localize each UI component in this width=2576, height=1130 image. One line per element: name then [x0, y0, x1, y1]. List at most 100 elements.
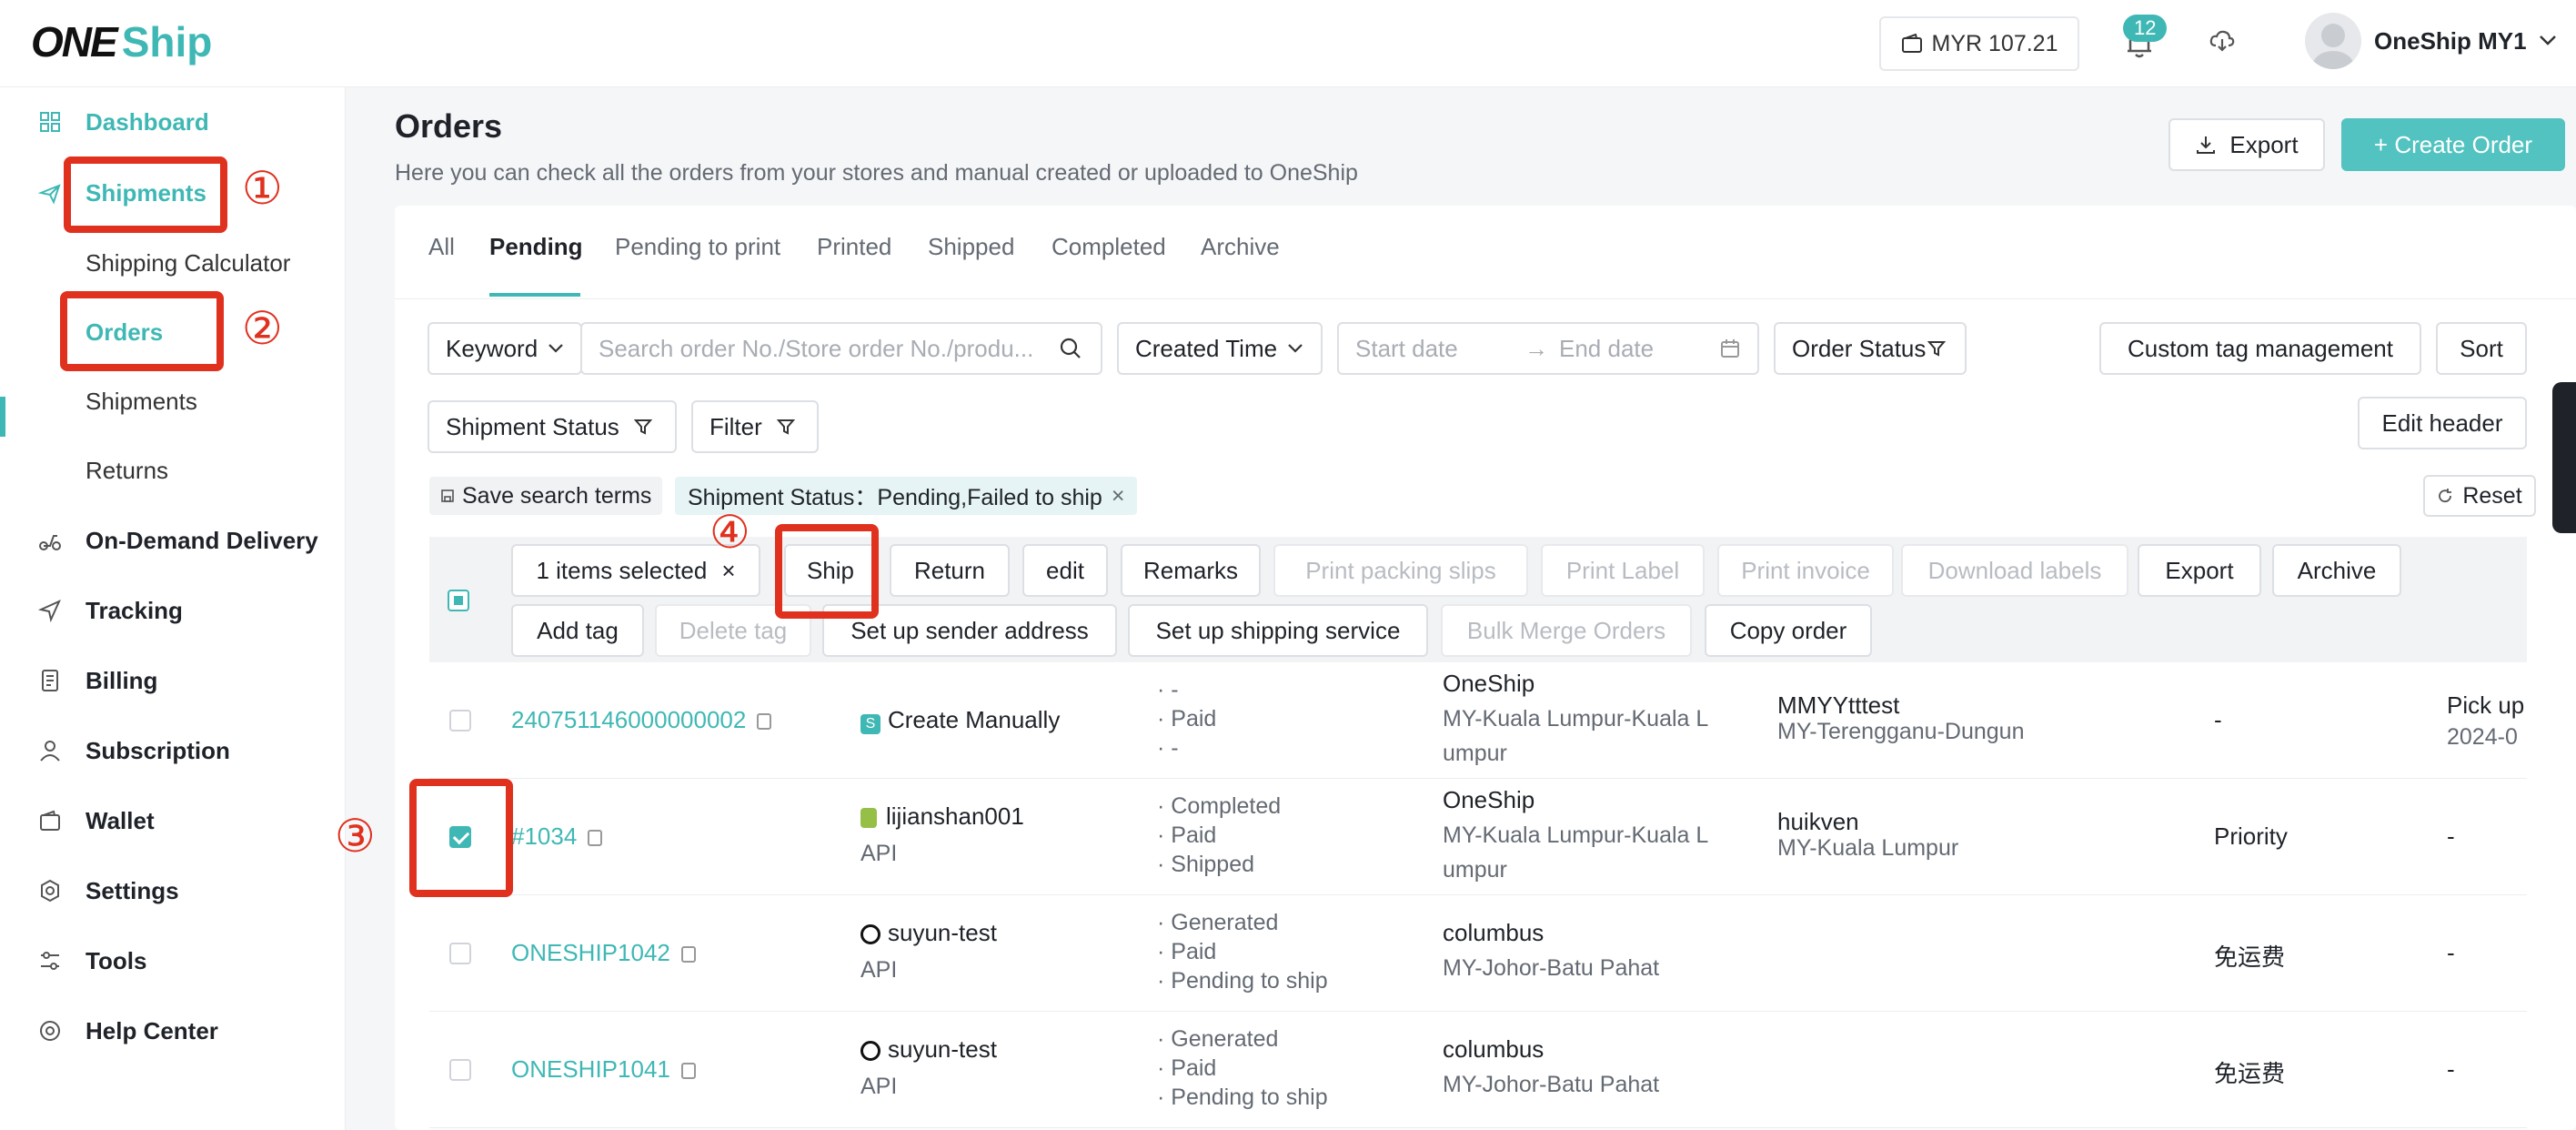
shipping-service: Priority — [2214, 822, 2288, 850]
side-drawer-handle[interactable] — [2552, 382, 2576, 533]
tab-pending[interactable]: Pending — [489, 233, 583, 261]
custom-tag-management-button[interactable]: Custom tag management — [2099, 322, 2421, 375]
calendar-icon — [1721, 339, 1739, 358]
copy-icon[interactable] — [680, 1063, 696, 1080]
edit-header-button[interactable]: Edit header — [2358, 397, 2527, 449]
save-search-terms-button[interactable]: Save search terms — [429, 477, 663, 515]
table-row[interactable]: ONESHIP1042 suyun-test API · Generated · … — [429, 895, 2527, 1012]
help-icon — [40, 1021, 60, 1041]
store-name: suyun-test — [860, 919, 997, 947]
print-label-button[interactable]: Print Label — [1541, 544, 1705, 597]
sidebar-item-on-demand-delivery[interactable]: On-Demand Delivery — [0, 513, 346, 568]
filter-icon — [776, 419, 795, 435]
order-number-link[interactable]: ONESHIP1041 — [511, 1055, 696, 1084]
store-source: API — [860, 1074, 898, 1099]
navigation-icon — [38, 600, 61, 622]
chevron-down-icon[interactable] — [2538, 31, 2558, 49]
tab-all[interactable]: All — [428, 233, 455, 261]
filter-icon — [633, 419, 652, 435]
table-row[interactable]: 240751146000000002 S Create Manually · - ·… — [429, 662, 2527, 779]
annotation-number-4: ④ — [709, 506, 750, 559]
oneship-logo[interactable]: ONE Ship — [31, 15, 212, 69]
user-name[interactable]: OneShip MY1 — [2374, 27, 2527, 55]
order-number: 240751146000000002 — [511, 706, 747, 733]
avatar[interactable] — [2305, 13, 2361, 69]
search-icon[interactable] — [1059, 337, 1082, 360]
bulk-merge-orders-button[interactable]: Bulk Merge Orders — [1441, 604, 1692, 657]
row-checkbox[interactable] — [449, 1059, 471, 1081]
sort-button[interactable]: Sort — [2436, 322, 2527, 375]
payment-status: · Paid — [1157, 706, 1217, 731]
sidebar-item-wallet[interactable]: Wallet — [0, 793, 346, 848]
sidebar-item-tools[interactable]: Tools — [0, 933, 346, 988]
store-label: suyun-test — [888, 1035, 997, 1063]
sidebar-item-returns[interactable]: Returns — [86, 457, 168, 485]
add-tag-button[interactable]: Add tag — [511, 604, 644, 657]
set-up-shipping-service-button[interactable]: Set up shipping service — [1128, 604, 1428, 657]
order-number-link[interactable]: ONESHIP1042 — [511, 939, 696, 967]
print-invoice-button[interactable]: Print invoice — [1717, 544, 1894, 597]
sidebar-item-tracking[interactable]: Tracking — [0, 583, 346, 638]
remarks-button[interactable]: Remarks — [1121, 544, 1261, 597]
shipping-service: 免运费 — [2214, 943, 2286, 971]
sidebar-item-help-center[interactable]: Help Center — [0, 1004, 346, 1058]
close-icon[interactable]: × — [1112, 483, 1125, 510]
search-input[interactable]: Search order No./Store order No./produ..… — [580, 322, 1102, 375]
shipment-status: · Pending to ship — [1157, 1085, 1328, 1110]
store-name: suyun-test — [860, 1035, 997, 1064]
shipment-status: · Pending to ship — [1157, 968, 1328, 994]
edit-button[interactable]: edit — [1022, 544, 1108, 597]
print-packing-slips-button[interactable]: Print packing slips — [1273, 544, 1528, 597]
order-status-filter[interactable]: Order Status — [1774, 322, 1967, 375]
copy-order-button[interactable]: Copy order — [1705, 604, 1872, 657]
select-all-checkbox[interactable] — [448, 590, 469, 611]
tab-shipped[interactable]: Shipped — [928, 233, 1014, 261]
sidebar-item-shipments-sub[interactable]: Shipments — [86, 388, 197, 416]
cloud-download-icon[interactable] — [2209, 27, 2236, 55]
sidebar-item-shipping-calculator[interactable]: Shipping Calculator — [86, 249, 290, 277]
tab-completed[interactable]: Completed — [1052, 233, 1166, 261]
table-row[interactable]: ONESHIP1041 suyun-test API · Generated · … — [429, 1012, 2527, 1128]
store-logo-icon — [860, 1041, 880, 1062]
payment-status: · Paid — [1157, 822, 1217, 848]
store-label: Create Manually — [888, 706, 1061, 733]
date-range-picker[interactable]: Start date → End date — [1337, 322, 1759, 375]
copy-icon[interactable] — [680, 946, 696, 964]
order-number-link[interactable]: 240751146000000002 — [511, 706, 772, 734]
pickup-type: - — [2447, 939, 2455, 966]
create-order-button[interactable]: + Create Order — [2341, 118, 2565, 171]
save-icon — [441, 489, 454, 502]
keyword-select[interactable]: Keyword — [428, 322, 582, 375]
tab-archive[interactable]: Archive — [1201, 233, 1280, 261]
archive-button[interactable]: Archive — [2272, 544, 2401, 597]
annotation-box-1 — [64, 156, 227, 233]
shopify-icon — [860, 808, 877, 829]
copy-icon[interactable] — [757, 713, 772, 731]
shipment-status: · Shipped — [1157, 852, 1255, 877]
table-row[interactable]: #1034 lijianshan001 API · Completed · Pai… — [429, 779, 2527, 895]
wallet-balance-button[interactable]: MYR 107.21 — [1879, 16, 2079, 71]
bulk-export-button[interactable]: Export — [2138, 544, 2261, 597]
filter-button[interactable]: Filter — [691, 400, 819, 453]
tab-pending-to-print[interactable]: Pending to print — [615, 233, 780, 261]
shipment-status-filter[interactable]: Shipment Status — [428, 400, 677, 453]
active-indicator — [0, 397, 5, 437]
return-button[interactable]: Return — [890, 544, 1010, 597]
download-labels-button[interactable]: Download labels — [1901, 544, 2128, 597]
store-label: lijianshan001 — [886, 802, 1024, 830]
plane-icon — [38, 184, 61, 205]
row-checkbox[interactable] — [449, 710, 471, 731]
sidebar-item-settings[interactable]: Settings — [0, 863, 346, 918]
close-icon[interactable]: × — [721, 557, 735, 585]
order-number-link[interactable]: #1034 — [511, 822, 603, 851]
copy-icon[interactable] — [588, 830, 603, 847]
sidebar-item-dashboard[interactable]: Dashboard — [0, 95, 346, 149]
export-button[interactable]: Export — [2168, 118, 2325, 171]
created-time-select[interactable]: Created Time — [1117, 322, 1323, 375]
sidebar-item-subscription[interactable]: Subscription — [0, 723, 346, 778]
tab-printed[interactable]: Printed — [817, 233, 891, 261]
sidebar-item-label: On-Demand Delivery — [86, 526, 318, 554]
sidebar-item-billing[interactable]: Billing — [0, 653, 346, 708]
reset-button[interactable]: Reset — [2423, 475, 2536, 517]
row-checkbox[interactable] — [449, 943, 471, 964]
